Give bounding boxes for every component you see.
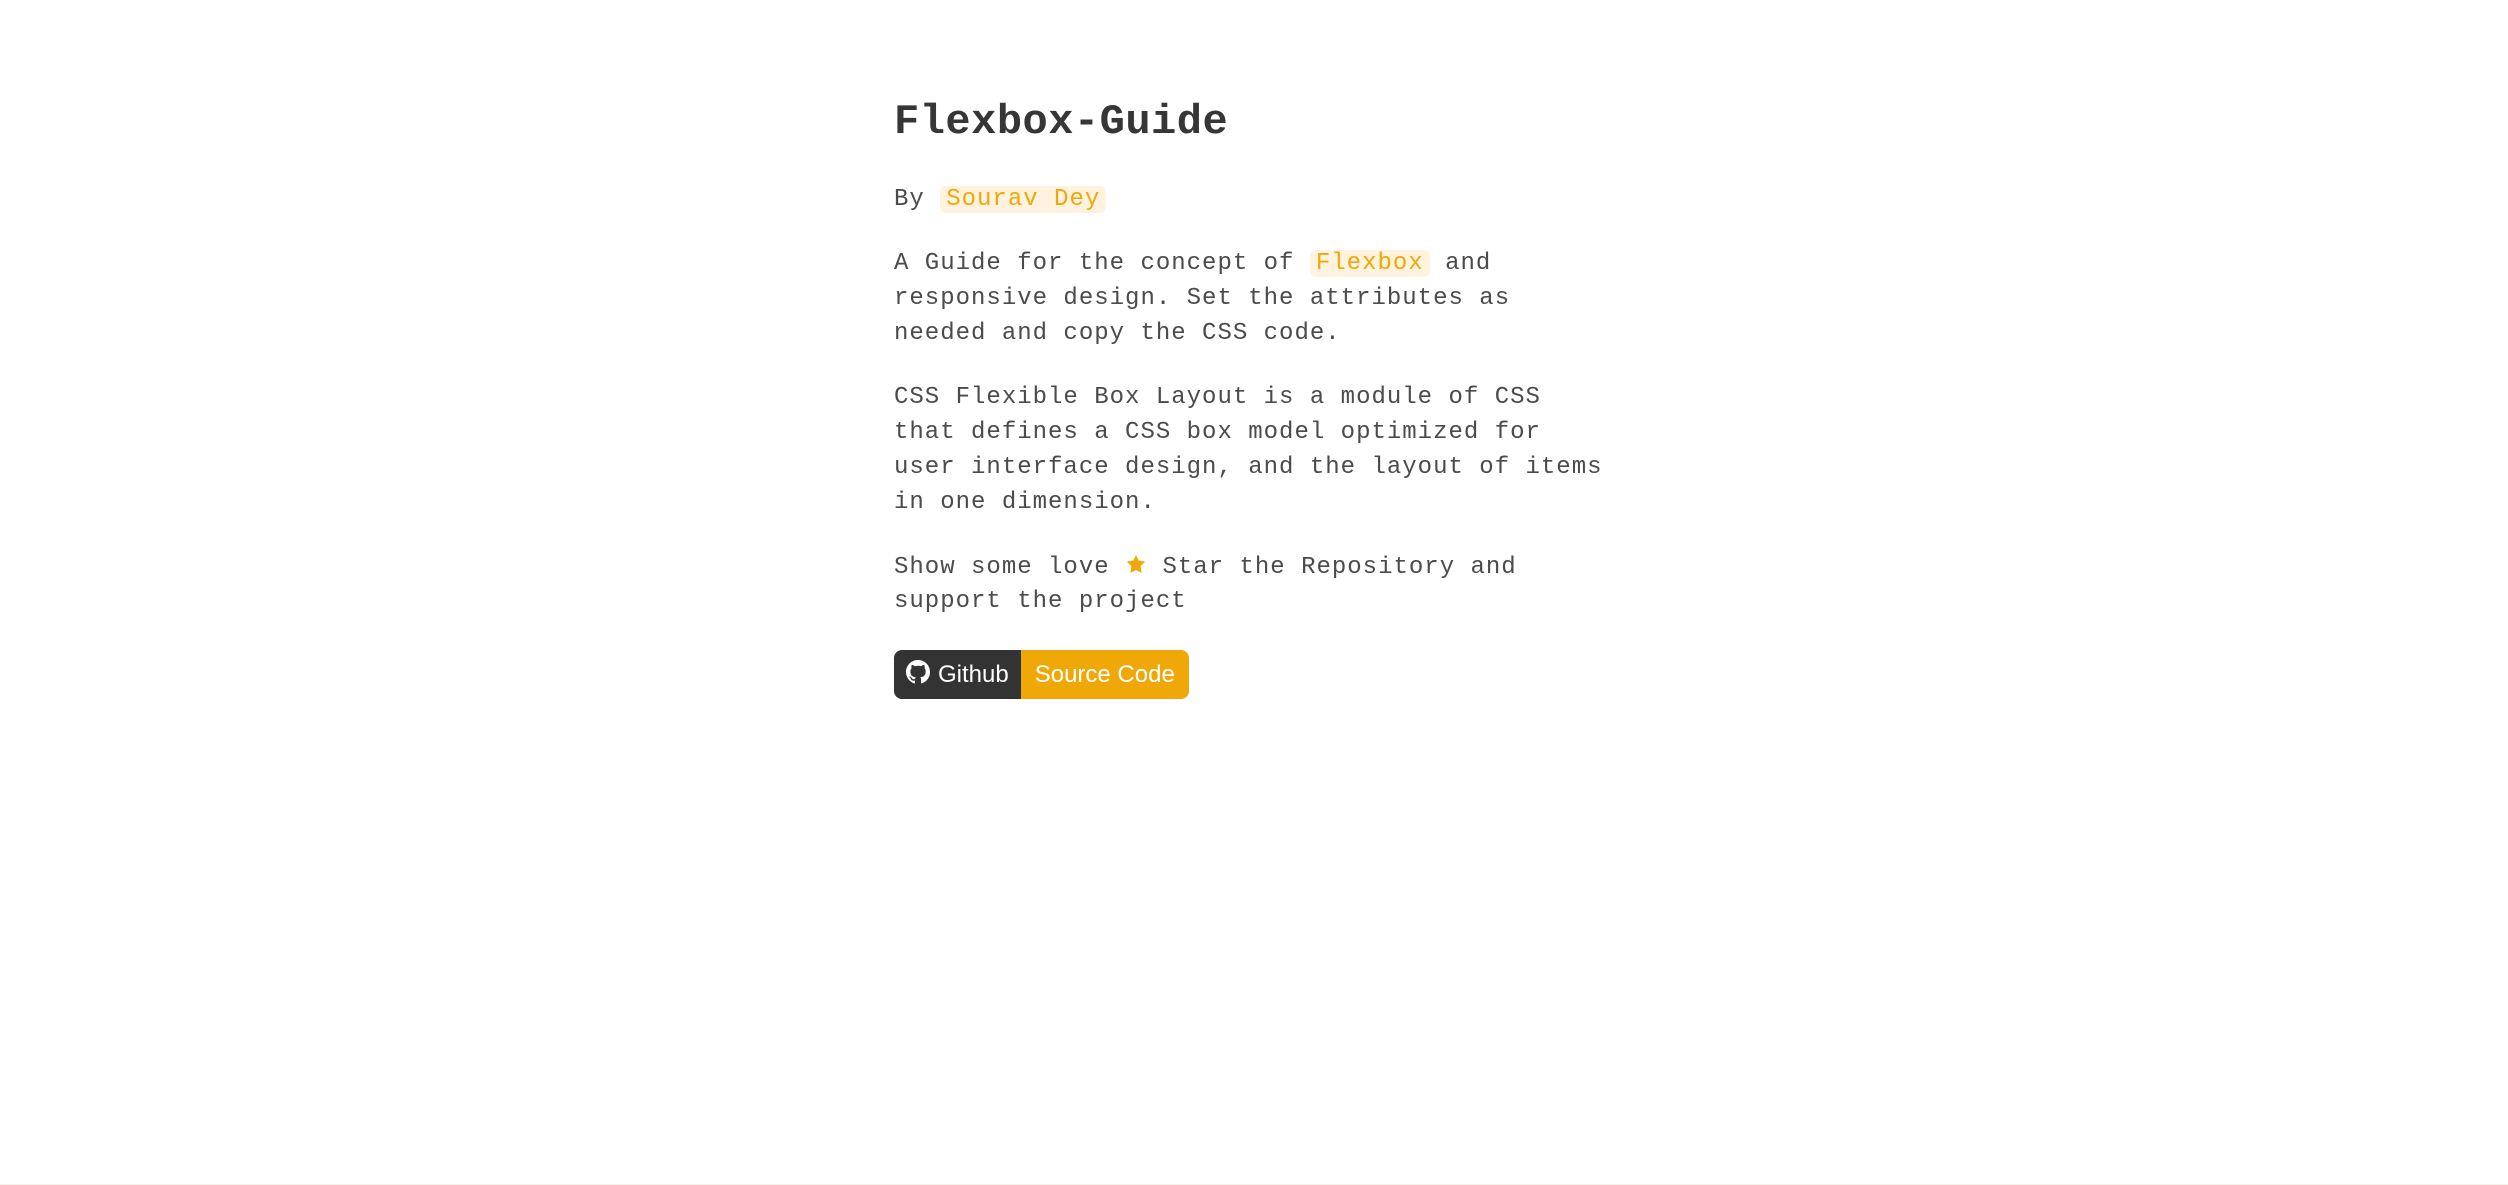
byline: By Sourav Dey xyxy=(894,186,1614,213)
article: Flexbox-Guide By Sourav Dey A Guide for … xyxy=(874,0,1634,799)
intro-text-before: A Guide for the concept of xyxy=(894,250,1310,277)
support-paragraph: Show some love Star the Repository and s… xyxy=(894,551,1614,621)
css-module-paragraph: CSS Flexible Box Layout is a module of C… xyxy=(894,381,1614,520)
byline-prefix: By xyxy=(894,186,940,213)
flexbox-link[interactable]: Flexbox xyxy=(1310,250,1430,277)
github-badge-left: Github xyxy=(894,650,1021,699)
intro-paragraph: A Guide for the concept of Flexbox and r… xyxy=(894,247,1614,351)
github-icon xyxy=(906,660,930,689)
star-icon xyxy=(1125,554,1147,581)
author-link[interactable]: Sourav Dey xyxy=(940,186,1106,213)
github-source-button[interactable]: Github Source Code xyxy=(894,650,1189,699)
support-text-before: Show some love xyxy=(894,554,1125,581)
page-title: Flexbox-Guide xyxy=(894,98,1614,146)
github-badge-right: Source Code xyxy=(1021,650,1189,699)
github-badge-label: Github xyxy=(938,663,1009,687)
github-badge-source-label: Source Code xyxy=(1035,663,1175,687)
